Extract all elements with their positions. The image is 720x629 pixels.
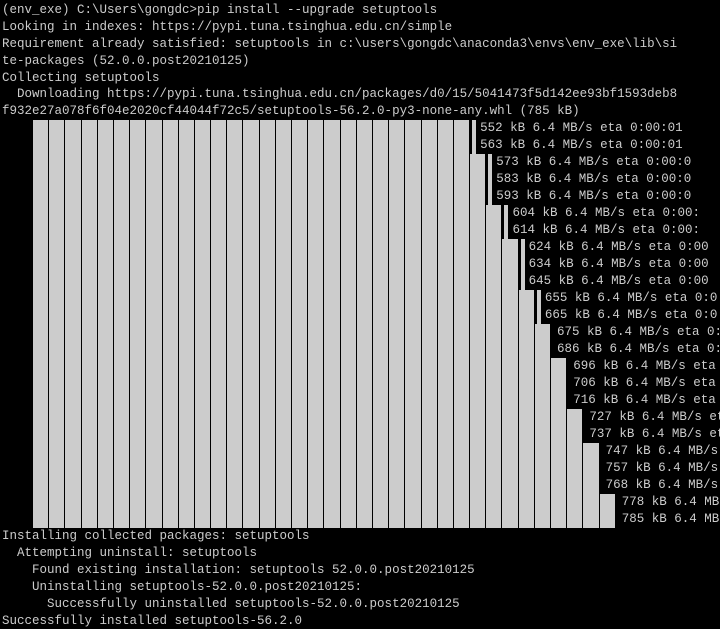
progress-status: 614 kB 6.4 MB/s eta 0:00: — [512, 222, 700, 239]
progress-status: 665 kB 6.4 MB/s eta 0:0 — [545, 307, 718, 324]
separator-icon — [488, 171, 492, 188]
progress-bars — [33, 290, 535, 307]
progress-row: 737 kB 6.4 MB/s eta — [2, 426, 718, 443]
progress-status: 645 kB 6.4 MB/s eta 0:00 — [529, 273, 709, 290]
progress-bars — [33, 256, 519, 273]
progress-status: 785 kB 6.4 MB/s — [622, 511, 720, 528]
separator-icon — [537, 307, 541, 324]
progress-status: 757 kB 6.4 MB/s eta — [606, 460, 720, 477]
separator-icon — [472, 120, 476, 137]
progress-status: 634 kB 6.4 MB/s eta 0:00 — [529, 256, 709, 273]
progress-status: 624 kB 6.4 MB/s eta 0:00 — [529, 239, 709, 256]
progress-status: 655 kB 6.4 MB/s eta 0:0 — [545, 290, 718, 307]
progress-row: 583 kB 6.4 MB/s eta 0:00:0 — [2, 171, 718, 188]
separator-icon — [521, 256, 525, 273]
progress-row: 593 kB 6.4 MB/s eta 0:00:0 — [2, 188, 718, 205]
progress-bars — [33, 171, 486, 188]
progress-bars — [33, 443, 600, 460]
progress-row: 706 kB 6.4 MB/s eta 0 — [2, 375, 718, 392]
separator-icon — [504, 205, 508, 222]
progress-row: 573 kB 6.4 MB/s eta 0:00:0 — [2, 154, 718, 171]
progress-row: 552 kB 6.4 MB/s eta 0:00:01 — [2, 120, 718, 137]
progress-bars — [33, 341, 551, 358]
progress-row: 785 kB 6.4 MB/s — [2, 511, 718, 528]
progress-status: 706 kB 6.4 MB/s eta 0 — [573, 375, 720, 392]
progress-bars — [33, 460, 600, 477]
progress-row: 624 kB 6.4 MB/s eta 0:00 — [2, 239, 718, 256]
progress-row: 634 kB 6.4 MB/s eta 0:00 — [2, 256, 718, 273]
collecting-line: Collecting setuptools — [2, 70, 718, 87]
req-satisfied-line-1: Requirement already satisfied: setuptool… — [2, 36, 718, 53]
separator-icon — [521, 273, 525, 290]
progress-status: 696 kB 6.4 MB/s eta 0 — [573, 358, 720, 375]
progress-row: 696 kB 6.4 MB/s eta 0 — [2, 358, 718, 375]
found-line: Found existing installation: setuptools … — [2, 562, 718, 579]
progress-status: 552 kB 6.4 MB/s eta 0:00:01 — [480, 120, 683, 137]
progress-status: 573 kB 6.4 MB/s eta 0:00:0 — [496, 154, 691, 171]
progress-status: 747 kB 6.4 MB/s eta — [606, 443, 720, 460]
progress-bars — [33, 477, 600, 494]
progress-bars — [33, 392, 567, 409]
progress-row: 778 kB 6.4 MB/s et — [2, 494, 718, 511]
progress-status: 768 kB 6.4 MB/s eta — [606, 477, 720, 494]
progress-status: 604 kB 6.4 MB/s eta 0:00: — [512, 205, 700, 222]
progress-bars — [33, 188, 486, 205]
attempting-line: Attempting uninstall: setuptools — [2, 545, 718, 562]
success-uninstall-line: Successfully uninstalled setuptools-52.0… — [2, 596, 718, 613]
progress-status: 686 kB 6.4 MB/s eta 0: — [557, 341, 720, 358]
progress-bars — [33, 307, 535, 324]
progress-row: 757 kB 6.4 MB/s eta — [2, 460, 718, 477]
progress-bars — [33, 324, 551, 341]
req-satisfied-line-2: te-packages (52.0.0.post20210125) — [2, 53, 718, 70]
separator-icon — [472, 137, 476, 154]
progress-row: 655 kB 6.4 MB/s eta 0:0 — [2, 290, 718, 307]
progress-bars — [33, 358, 567, 375]
separator-icon — [488, 188, 492, 205]
progress-row: 604 kB 6.4 MB/s eta 0:00: — [2, 205, 718, 222]
progress-bars — [33, 205, 502, 222]
progress-row: 614 kB 6.4 MB/s eta 0:00: — [2, 222, 718, 239]
installing-line: Installing collected packages: setuptool… — [2, 528, 718, 545]
progress-row: 665 kB 6.4 MB/s eta 0:0 — [2, 307, 718, 324]
progress-row: 716 kB 6.4 MB/s eta 0 — [2, 392, 718, 409]
indexes-line: Looking in indexes: https://pypi.tuna.ts… — [2, 19, 718, 36]
progress-status: 727 kB 6.4 MB/s eta — [589, 409, 720, 426]
progress-bars — [33, 239, 519, 256]
separator-icon — [521, 239, 525, 256]
success-install-line: Successfully installed setuptools-56.2.0 — [2, 613, 718, 629]
progress-status: 737 kB 6.4 MB/s eta — [589, 426, 720, 443]
progress-bars — [33, 222, 502, 239]
progress-status: 593 kB 6.4 MB/s eta 0:00:0 — [496, 188, 691, 205]
progress-bars — [33, 120, 470, 137]
progress-bars — [33, 137, 470, 154]
progress-status: 675 kB 6.4 MB/s eta 0: — [557, 324, 720, 341]
progress-row: 563 kB 6.4 MB/s eta 0:00:01 — [2, 137, 718, 154]
progress-row: 768 kB 6.4 MB/s eta — [2, 477, 718, 494]
progress-row: 747 kB 6.4 MB/s eta — [2, 443, 718, 460]
progress-row: 675 kB 6.4 MB/s eta 0: — [2, 324, 718, 341]
progress-bars — [33, 273, 519, 290]
separator-icon — [504, 222, 508, 239]
progress-status: 583 kB 6.4 MB/s eta 0:00:0 — [496, 171, 691, 188]
progress-status: 716 kB 6.4 MB/s eta 0 — [573, 392, 720, 409]
progress-status: 778 kB 6.4 MB/s et — [622, 494, 720, 511]
progress-row: 645 kB 6.4 MB/s eta 0:00 — [2, 273, 718, 290]
progress-bars — [33, 426, 583, 443]
progress-status: 563 kB 6.4 MB/s eta 0:00:01 — [480, 137, 683, 154]
progress-bars — [33, 409, 583, 426]
progress-bars — [33, 494, 616, 511]
prompt-line: (env_exe) C:\Users\gongdc>pip install --… — [2, 2, 718, 19]
progress-container: 552 kB 6.4 MB/s eta 0:00:01563 kB 6.4 MB… — [2, 120, 718, 528]
separator-icon — [537, 290, 541, 307]
progress-row: 727 kB 6.4 MB/s eta — [2, 409, 718, 426]
progress-row: 686 kB 6.4 MB/s eta 0: — [2, 341, 718, 358]
progress-bars — [33, 154, 486, 171]
progress-bars — [33, 375, 567, 392]
separator-icon — [488, 154, 492, 171]
progress-bars — [33, 511, 616, 528]
uninstalling-line: Uninstalling setuptools-52.0.0.post20210… — [2, 579, 718, 596]
downloading-line-1: Downloading https://pypi.tuna.tsinghua.e… — [2, 86, 718, 103]
downloading-line-2: f932e27a078f6f04e2020cf44044f72c5/setupt… — [2, 103, 718, 120]
